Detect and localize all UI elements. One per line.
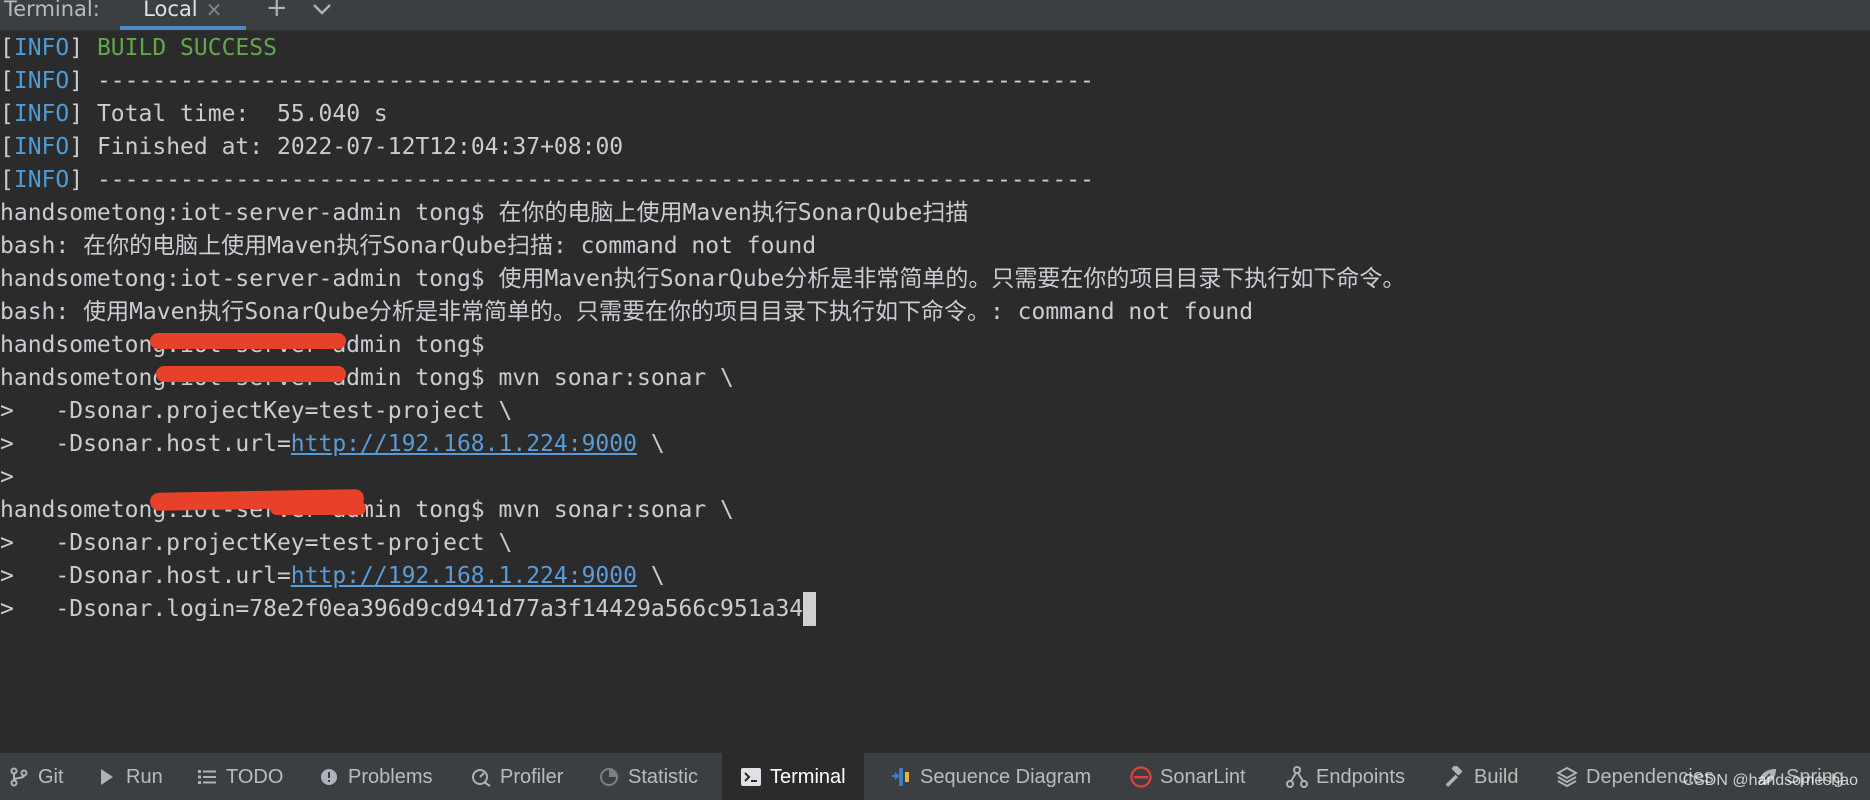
tab-local-label: Local (143, 0, 198, 21)
tool-profiler[interactable]: Profiler (470, 753, 580, 800)
terminal-line: [INFO] Finished at: 2022-07-12T12:04:37+… (0, 134, 624, 160)
tool-statistic[interactable]: Statistic (598, 753, 708, 800)
tool-sonarlint[interactable]: SonarLint (1130, 753, 1260, 800)
terminal-prompt-line[interactable]: > -Dsonar.login=78e2f0ea396d9cd941d77a3f… (0, 592, 817, 626)
terminal-line: [INFO] ---------------------------------… (0, 68, 1094, 94)
tool-problems[interactable]: Problems (318, 753, 438, 800)
tool-run[interactable]: Run (96, 753, 166, 800)
sequence-diagram-icon (890, 766, 912, 788)
tool-build[interactable]: Build (1444, 753, 1534, 800)
terminal-header: Terminal: Local × + (0, 0, 1870, 31)
endpoints-icon (1286, 766, 1308, 788)
tool-sequence-diagram[interactable]: Sequence Diagram (890, 753, 1100, 800)
terminal-title: Terminal: (4, 0, 100, 21)
url-link[interactable]: http://192.168.1.224:9000 (291, 431, 637, 457)
terminal-line: [INFO] Total time: 55.040 s (0, 101, 388, 127)
redaction-mark (150, 333, 346, 349)
terminal-line: [INFO] BUILD SUCCESS (0, 35, 277, 61)
tab-local[interactable]: Local × (119, 0, 246, 30)
terminal-output[interactable]: [INFO] BUILD SUCCESS [INFO] ------------… (0, 31, 1870, 752)
terminal-line: handsometong:iot-server-admin tong$ 使用Ma… (0, 266, 1406, 292)
play-icon (96, 768, 118, 786)
alert-circle-icon (318, 768, 340, 786)
redaction-mark (270, 501, 366, 515)
sonarlint-icon (1130, 766, 1152, 788)
active-tab-indicator (119, 26, 246, 30)
tool-git[interactable]: Git (8, 753, 68, 800)
terminal-line: [INFO] ---------------------------------… (0, 167, 1094, 193)
add-tab-icon[interactable]: + (266, 0, 288, 23)
close-icon[interactable]: × (206, 0, 223, 21)
tool-todo[interactable]: TODO (196, 753, 286, 800)
redaction-mark (156, 366, 346, 382)
tool-window-bar: Git Run TODO Problems Profiler Statistic… (0, 752, 1870, 800)
terminal-line: > -Dsonar.host.url=http://192.168.1.224:… (0, 431, 665, 457)
hammer-icon (1444, 766, 1466, 788)
terminal-line: handsometong:iot-server-admin tong$ 在你的电… (0, 200, 969, 226)
terminal-line: bash: 在你的电脑上使用Maven执行SonarQube扫描: comman… (0, 233, 817, 259)
watermark: CSDN @handsomeshao (1682, 772, 1858, 789)
list-icon (196, 769, 218, 785)
terminal-icon (740, 768, 762, 786)
layers-icon (1556, 766, 1578, 788)
pie-chart-icon (598, 767, 620, 787)
profiler-icon (470, 767, 492, 787)
terminal-line: > -Dsonar.projectKey=test-project \ (0, 530, 513, 556)
terminal-line: > (0, 464, 14, 490)
terminal-line: handsometong:iot-server-admin tong$ mvn … (0, 365, 734, 391)
tool-endpoints[interactable]: Endpoints (1286, 753, 1416, 800)
terminal-line: handsometong:iot-server-admin tong$ mvn … (0, 497, 734, 523)
url-link[interactable]: http://192.168.1.224:9000 (291, 563, 637, 589)
terminal-line: bash: 使用Maven执行SonarQube分析是非常简单的。只需要在你的项… (0, 299, 1254, 325)
terminal-line: > -Dsonar.projectKey=test-project \ (0, 398, 513, 424)
tool-terminal[interactable]: Terminal (722, 753, 864, 800)
text-cursor (803, 592, 817, 626)
terminal-line: > -Dsonar.host.url=http://192.168.1.224:… (0, 563, 665, 589)
ide-window: Terminal: Local × + [INFO] BUILD SUCCESS… (0, 0, 1870, 800)
chevron-down-icon[interactable] (312, 0, 332, 20)
git-branch-icon (8, 767, 30, 787)
